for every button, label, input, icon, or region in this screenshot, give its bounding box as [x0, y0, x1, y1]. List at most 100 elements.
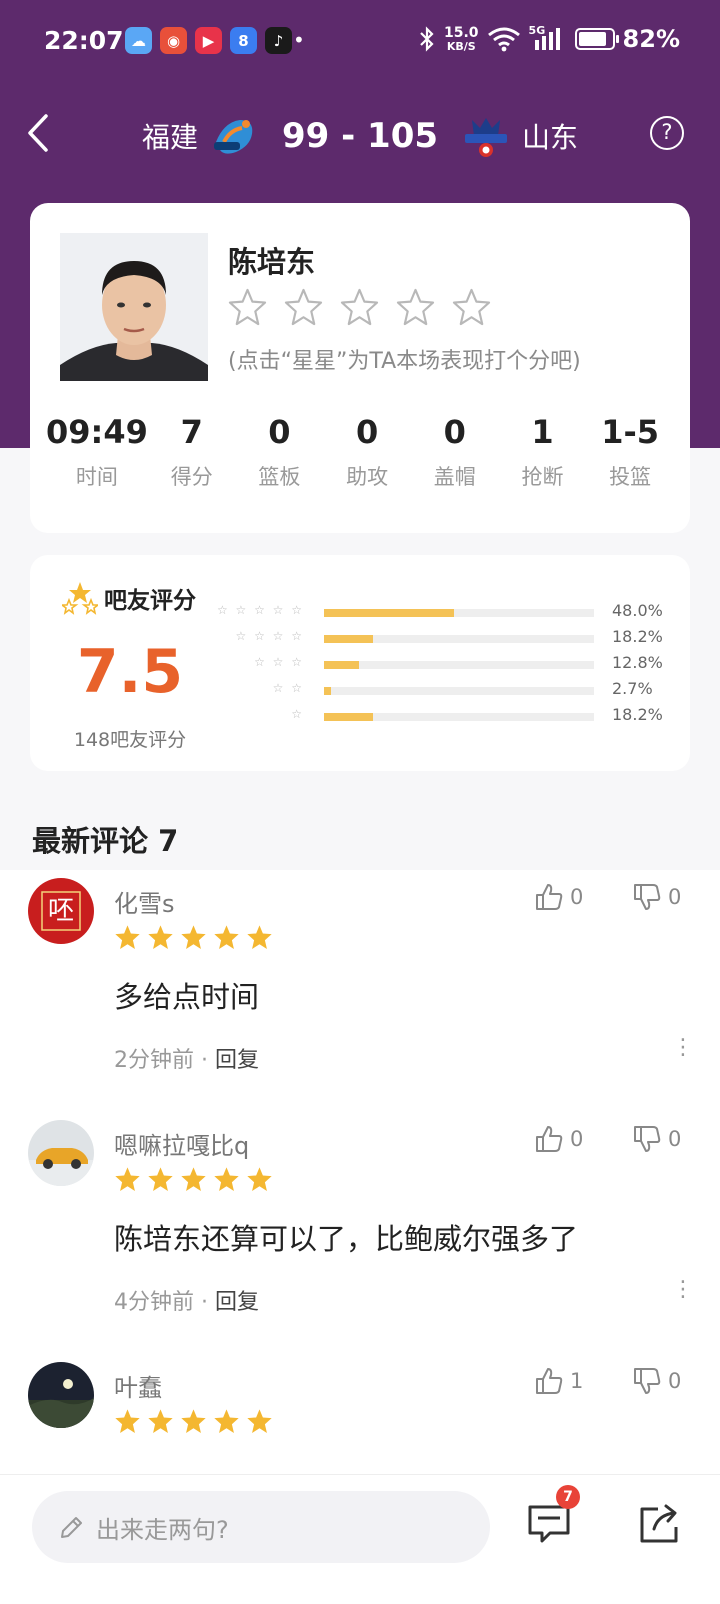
fan-rating-count: 148吧友评分: [73, 729, 187, 751]
match-score[interactable]: 福建 99 - 105 山东: [0, 112, 720, 160]
distribution-bar-track: [324, 661, 594, 669]
home-team-logo: [213, 120, 253, 154]
comment-meta: 2分钟前 · 回复: [114, 1042, 259, 1074]
player-photo: [60, 233, 208, 381]
away-team-logo: [465, 118, 508, 157]
distribution-bar-track: [324, 687, 594, 695]
stat-label: 助攻: [346, 465, 389, 489]
distribution-percent: 48.0%: [612, 601, 663, 620]
filled-star-icon: [214, 1409, 239, 1433]
like-button[interactable]: 0: [534, 1124, 583, 1154]
stat-label: 时间: [75, 465, 118, 489]
more-options-icon[interactable]: ⋮: [672, 1279, 694, 1301]
avatar[interactable]: [28, 1362, 94, 1428]
network-speed-unit: KB/S: [446, 40, 476, 53]
distribution-percent: 18.2%: [612, 705, 663, 724]
rate-star-4-icon[interactable]: [396, 287, 435, 326]
comments-title: 最新评论 7: [32, 824, 179, 858]
stat-value: 0: [443, 413, 466, 451]
rate-star-2-icon[interactable]: [284, 287, 323, 326]
filled-star-icon: [148, 1409, 173, 1433]
distribution-bar-fill: [324, 661, 359, 669]
home-team-name: 福建: [141, 121, 198, 154]
signal-label: 5G: [528, 24, 546, 37]
comment-author[interactable]: 叶蠢: [114, 1368, 162, 1403]
filled-star-icon: [247, 1167, 272, 1191]
battery-percent: 82%: [622, 25, 680, 53]
rate-star-3-icon[interactable]: [340, 287, 379, 326]
distribution-percent: 12.8%: [612, 653, 663, 672]
dislike-button[interactable]: 0: [632, 1124, 681, 1154]
distribution-stars: ☆ ☆: [272, 681, 304, 695]
like-button[interactable]: 1: [534, 1366, 583, 1396]
distribution-bar-fill: [324, 687, 332, 695]
avatar-text: 呸: [47, 896, 74, 926]
bottom-bar: 出来走两句? 7: [0, 1474, 720, 1604]
fan-rating-header: 吧友评分: [62, 581, 196, 615]
score-text: 99 - 105: [281, 116, 439, 156]
comment-rating-stars: [114, 924, 273, 951]
stat-points: 7 得分: [148, 413, 236, 491]
wifi-icon: [487, 27, 520, 52]
fan-rating-card: 吧友评分 7.5 148吧友评分 ☆ ☆ ☆ ☆ ☆ 48.0% ☆ ☆ ☆ ☆…: [30, 555, 690, 771]
avatar[interactable]: [28, 1120, 94, 1186]
comment-rating-stars: [114, 1166, 273, 1193]
comment-item: 嗯嘛拉嘎比q 陈培东还算可以了，比鲍威尔强多了 4分钟前 · 回复 0 0 ⋮: [0, 1120, 720, 1360]
distribution-stars: ☆ ☆ ☆ ☆ ☆: [216, 603, 304, 617]
dislike-button[interactable]: 0: [632, 882, 681, 912]
filled-star-icon: [214, 925, 239, 949]
share-icon[interactable]: [636, 1501, 682, 1547]
comment-text: 多给点时间: [114, 980, 260, 1014]
meta-separator: ·: [201, 1290, 215, 1315]
weather-app-icon: ☁: [125, 27, 152, 54]
filled-star-icon: [247, 1409, 272, 1433]
stat-blocks: 0 盖帽: [411, 413, 499, 491]
thumbs-up-icon: [536, 1368, 563, 1394]
player-rating-stars[interactable]: [228, 287, 491, 326]
status-bar: 22:07 ☁ ◉ ▶ 8 ♪ • 15.0 KB/S 5G 82%: [0, 0, 720, 84]
battery-icon: [574, 28, 619, 50]
like-button[interactable]: 0: [534, 882, 583, 912]
distribution-bar-fill: [324, 713, 374, 721]
comment-author[interactable]: 化雪s: [114, 884, 175, 919]
rate-star-5-icon[interactable]: [452, 287, 491, 326]
help-button[interactable]: ?: [650, 116, 684, 150]
meta-separator: ·: [201, 1048, 215, 1073]
comment-input[interactable]: 出来走两句?: [32, 1491, 490, 1563]
comment-rating-stars: [114, 1408, 273, 1435]
comment-author[interactable]: 嗯嘛拉嘎比q: [114, 1126, 249, 1161]
rating-distribution-row: ☆ ☆ ☆ ☆ 18.2%: [226, 627, 676, 649]
more-options-icon[interactable]: ⋮: [672, 1037, 694, 1059]
dislike-button[interactable]: 0: [632, 1366, 681, 1396]
distribution-bar-fill: [324, 609, 454, 617]
rate-star-1-icon[interactable]: [228, 287, 267, 326]
avatar[interactable]: 呸: [28, 878, 94, 944]
distribution-stars: ☆ ☆ ☆: [254, 655, 304, 669]
stat-label: 篮板: [258, 465, 301, 489]
like-count: 0: [570, 1127, 584, 1151]
stat-shooting: 1-5 投篮: [586, 413, 674, 491]
filled-star-icon: [115, 1409, 140, 1433]
reply-button[interactable]: 回复: [215, 1290, 259, 1315]
comment-input-placeholder: 出来走两句?: [96, 1515, 229, 1544]
filled-star-icon: [181, 1409, 206, 1433]
thumbs-up-icon: [536, 884, 563, 910]
notification-icons: ☁ ◉ ▶ 8 ♪: [125, 27, 292, 54]
stat-value: 0: [355, 413, 379, 451]
comments-list: 呸 化雪s 多给点时间 2分钟前 · 回复 0 0 ⋮ 嗯嘛拉嘎比q 陈培东还算…: [0, 870, 720, 1500]
rating-distribution-row: ☆ ☆ ☆ ☆ ☆ 48.0%: [217, 601, 676, 623]
stat-label: 得分: [170, 465, 213, 489]
reply-button[interactable]: 回复: [215, 1048, 259, 1073]
rating-distribution-row: ☆ 18.2%: [226, 705, 676, 727]
stat-label: 抢断: [521, 465, 564, 489]
rating-distribution-row: ☆ ☆ 2.7%: [226, 679, 676, 701]
stat-steals: 1 抢断: [499, 413, 587, 491]
stat-value: 09:49: [46, 413, 148, 451]
stat-value: 0: [268, 413, 291, 451]
stat-assists: 0 助攻: [323, 413, 411, 491]
filled-star-icon: [148, 1167, 173, 1191]
avatar-image: [28, 1362, 94, 1428]
thumbs-up-icon: [536, 1126, 563, 1152]
stat-value: 7: [180, 413, 203, 451]
fan-average-score: 7.5: [76, 637, 184, 707]
